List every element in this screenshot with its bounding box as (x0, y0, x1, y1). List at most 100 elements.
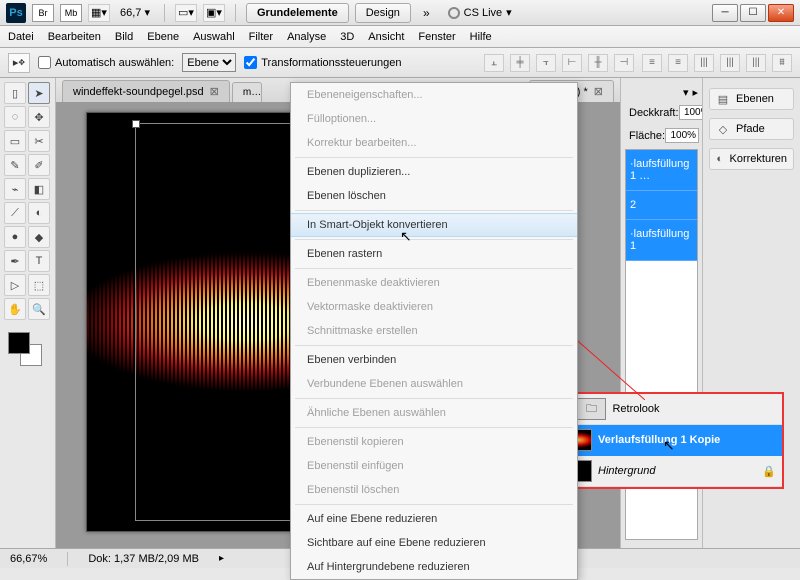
status-doc[interactable]: Dok: 1,37 MB/2,09 MB (88, 553, 199, 565)
transform-controls-checkbox[interactable]: Transformationssteuerungen (244, 56, 401, 69)
panel-ebenen[interactable]: ▤ Ebenen (709, 88, 794, 110)
menu-fenster[interactable]: Fenster (418, 31, 455, 43)
view-extras-icon[interactable]: ▦▾ (88, 4, 110, 22)
align-top-icon[interactable]: ⫠ (484, 54, 504, 72)
paths-icon: ◇ (716, 122, 730, 136)
tool-pen[interactable]: ✒ (4, 250, 26, 272)
arrange-icon[interactable]: ▭▾ (175, 4, 197, 22)
menu-hilfe[interactable]: Hilfe (470, 31, 492, 43)
workspace-design[interactable]: Design (355, 3, 411, 23)
tool-rect-marquee[interactable]: ▯ (4, 82, 26, 104)
context-menu-item[interactable]: Ebenen löschen (291, 184, 577, 208)
options-bar: ▸✥ Automatisch auswählen: Ebene Transfor… (0, 48, 800, 78)
context-menu-item[interactable]: Auf Hintergrundebene reduzieren (291, 555, 577, 579)
menu-3d[interactable]: 3D (340, 31, 354, 43)
auto-select-checkbox[interactable]: Automatisch auswählen: (38, 56, 174, 69)
auto-select-input[interactable] (38, 56, 51, 69)
layer-item[interactable]: 2 (626, 191, 697, 220)
opacity-label: Deckkraft: (629, 107, 679, 119)
document-tab-1[interactable]: windeffekt-soundpegel.psd ⊠ (62, 80, 230, 102)
folder-icon: 🗀 (576, 398, 606, 420)
tool-crop[interactable]: ▭ (4, 130, 26, 152)
tool-shape[interactable]: ⬚ (28, 274, 50, 296)
context-menu-item: Ebeneneigenschaften... (291, 83, 577, 107)
screen-mode-icon[interactable]: ▣▾ (203, 4, 225, 22)
dist-6-icon[interactable]: ⩩ (772, 54, 792, 72)
adjust-icon: ◐ (716, 152, 724, 166)
menu-bild[interactable]: Bild (115, 31, 133, 43)
align-bottom-icon[interactable]: ⫟ (536, 54, 556, 72)
minimize-button[interactable]: ─ (712, 4, 738, 22)
panel-pfade[interactable]: ◇ Pfade (709, 118, 794, 140)
context-menu-item[interactable]: Auf eine Ebene reduzieren (291, 507, 577, 531)
close-button[interactable]: ✕ (768, 4, 794, 22)
context-menu-item[interactable]: Ebenen rastern (291, 242, 577, 266)
layers-menu-icon[interactable]: ▾ (683, 86, 689, 99)
menu-ebene[interactable]: Ebene (147, 31, 179, 43)
layer-item[interactable]: ·laufsfüllung 1 (626, 220, 697, 261)
tool-move[interactable]: ➤ (28, 82, 50, 104)
maximize-button[interactable]: ☐ (740, 4, 766, 22)
tool-history[interactable]: ◧ (28, 178, 50, 200)
layers-collapse-icon[interactable]: ▸ (692, 86, 698, 99)
menu-auswahl[interactable]: Auswahl (193, 31, 235, 43)
cslive-circle-icon (448, 7, 460, 19)
context-menu-item[interactable]: In Smart-Objekt konvertieren (291, 213, 577, 237)
tool-zoom[interactable]: 🔍 (28, 298, 50, 320)
auto-select-type[interactable]: Ebene (182, 53, 236, 72)
tool-wand[interactable]: ✥ (28, 106, 50, 128)
transform-controls-input[interactable] (244, 56, 257, 69)
menu-ansicht[interactable]: Ansicht (368, 31, 404, 43)
tool-hand[interactable]: ✋ (4, 298, 26, 320)
tool-eraser[interactable]: ⟋ (4, 202, 26, 224)
tool-dodge[interactable]: ◆ (28, 226, 50, 248)
context-menu-item[interactable]: Sichtbare auf eine Ebene reduzieren (291, 531, 577, 555)
menu-bearbeiten[interactable]: Bearbeiten (48, 31, 101, 43)
menu-bar: Datei Bearbeiten Bild Ebene Auswahl Filt… (0, 26, 800, 48)
tool-path-select[interactable]: ▷ (4, 274, 26, 296)
fill-label: Fläche: (629, 130, 665, 142)
tool-gradient[interactable]: ◐ (28, 202, 50, 224)
context-menu[interactable]: Ebeneneigenschaften...Fülloptionen...Kor… (290, 82, 578, 580)
workspace-grundelemente[interactable]: Grundelemente (246, 3, 349, 23)
dist-4-icon[interactable]: ||| (720, 54, 740, 72)
tool-brush[interactable]: ✐ (28, 154, 50, 176)
minibridge-button[interactable]: Mb (60, 4, 82, 22)
context-menu-item: Ebenenstil kopieren (291, 430, 577, 454)
menu-datei[interactable]: Datei (8, 31, 34, 43)
color-swatches[interactable] (4, 328, 50, 368)
context-menu-item: Ebenenmaske deaktivieren (291, 271, 577, 295)
tool-heal[interactable]: ✎ (4, 154, 26, 176)
workspace-more-icon[interactable]: » (417, 6, 436, 20)
align-right-icon[interactable]: ⊣ (614, 54, 634, 72)
context-menu-item[interactable]: Ebenen verbinden (291, 348, 577, 372)
cs-live-button[interactable]: CS Live ▾ (442, 6, 518, 19)
bridge-button[interactable]: Br (32, 4, 54, 22)
tool-blur[interactable]: ● (4, 226, 26, 248)
dist-1-icon[interactable]: ≡ (642, 54, 662, 72)
document-tab-2[interactable]: m… (232, 82, 262, 102)
menu-analyse[interactable]: Analyse (287, 31, 326, 43)
tool-type[interactable]: T (28, 250, 50, 272)
dist-5-icon[interactable]: ||| (746, 54, 766, 72)
dist-3-icon[interactable]: ||| (694, 54, 714, 72)
context-menu-item[interactable]: Ebenen duplizieren... (291, 160, 577, 184)
close-tab-icon-2[interactable]: ⊠ (594, 85, 603, 98)
close-tab-icon[interactable]: ⊠ (210, 85, 219, 98)
panel-korrekturen[interactable]: ◐ Korrekturen (709, 148, 794, 170)
menu-filter[interactable]: Filter (249, 31, 273, 43)
status-zoom[interactable]: 66,67% (10, 553, 47, 565)
fill-input[interactable] (665, 128, 699, 143)
move-tool-icon[interactable]: ▸✥ (8, 53, 30, 73)
tool-eyedropper[interactable]: ✂ (28, 130, 50, 152)
zoom-value[interactable]: 66,7 ▾ (116, 6, 154, 19)
align-vcenter-icon[interactable]: ╪ (510, 54, 530, 72)
layer-item[interactable]: ·laufsfüllung 1 … (626, 150, 697, 191)
tool-stamp[interactable]: ⌁ (4, 178, 26, 200)
align-hcenter-icon[interactable]: ╫ (588, 54, 608, 72)
align-left-icon[interactable]: ⊢ (562, 54, 582, 72)
context-menu-item: Schnittmaske erstellen (291, 319, 577, 343)
dist-2-icon[interactable]: ≡ (668, 54, 688, 72)
foreground-color[interactable] (8, 332, 30, 354)
tool-lasso[interactable]: ◌ (4, 106, 26, 128)
